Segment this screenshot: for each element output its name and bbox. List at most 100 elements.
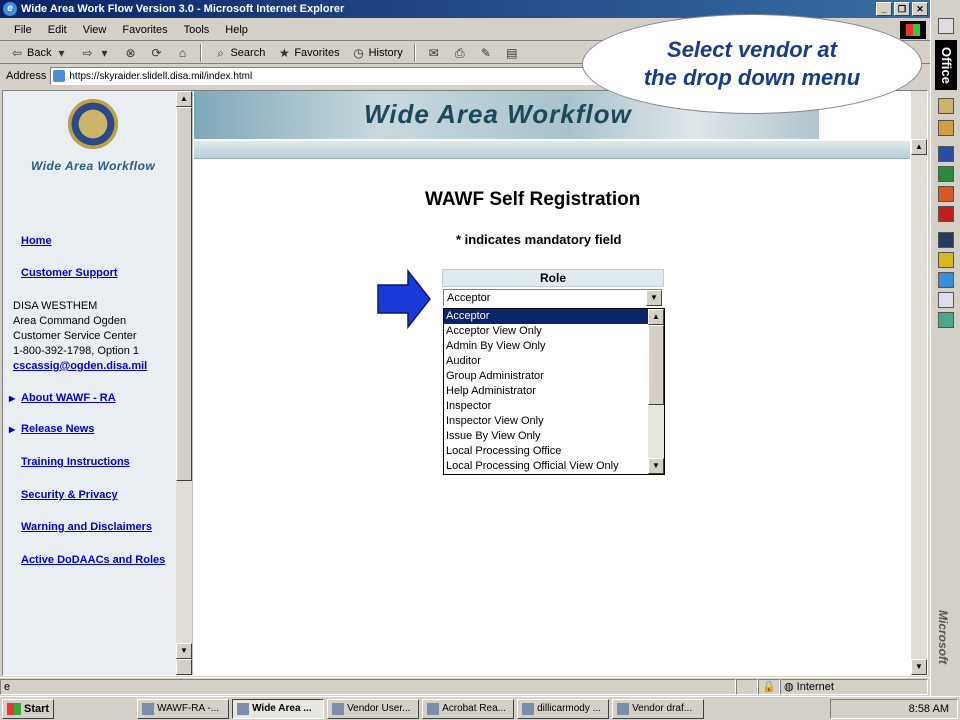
menu-view[interactable]: View <box>75 24 115 36</box>
start-button[interactable]: Start <box>2 698 55 719</box>
office-folder-icon[interactable] <box>938 18 954 34</box>
app-icon[interactable] <box>938 312 954 328</box>
role-option[interactable]: Acceptor <box>444 309 648 324</box>
banner-strip <box>194 141 910 159</box>
role-option[interactable]: Local Processing Official View Only <box>444 459 648 474</box>
menu-edit[interactable]: Edit <box>40 24 75 36</box>
menu-help[interactable]: Help <box>217 24 256 36</box>
stop-button[interactable]: ⊗ <box>119 46 141 60</box>
nav-training[interactable]: Training Instructions <box>21 456 130 468</box>
role-option[interactable]: Help Administrator <box>444 384 648 399</box>
discuss-button[interactable]: ▤ <box>501 46 523 60</box>
menu-favorites[interactable]: Favorites <box>114 24 175 36</box>
history-button[interactable]: ◷ History <box>348 46 407 60</box>
taskbar-item[interactable]: dillicarmody ... <box>517 698 610 719</box>
role-option[interactable]: Inspector View Only <box>444 414 648 429</box>
favorites-button[interactable]: ★ Favorites <box>273 46 343 60</box>
word-icon[interactable] <box>938 146 954 162</box>
dod-seal-icon <box>68 99 118 149</box>
contact-line-1: DISA WESTHEM <box>13 300 98 312</box>
app-icon[interactable] <box>938 292 954 308</box>
role-option[interactable]: Auditor <box>444 354 648 369</box>
zone-label: Internet <box>796 680 834 693</box>
mail-button[interactable]: ✉ <box>423 46 445 60</box>
history-label: History <box>368 46 403 59</box>
scroll-thumb[interactable] <box>648 325 664 405</box>
page-icon: e <box>4 680 11 693</box>
taskbar-item-label: Wide Area ... <box>252 703 312 714</box>
nav-security[interactable]: Security & Privacy <box>21 489 118 501</box>
scroll-down-button[interactable]: ▼ <box>648 458 664 474</box>
scroll-thumb[interactable] <box>176 107 192 481</box>
contact-line-4: 1-800-392-1798, Option 1 <box>13 345 139 357</box>
search-button[interactable]: ⌕ Search <box>209 46 269 60</box>
role-option[interactable]: Issue By View Only <box>444 429 648 444</box>
role-option[interactable]: Local Processing Office <box>444 444 648 459</box>
edit-button[interactable]: ✎ <box>475 46 497 60</box>
menu-tools[interactable]: Tools <box>176 24 218 36</box>
favorites-icon: ★ <box>278 45 290 60</box>
excel-icon[interactable] <box>938 166 954 182</box>
taskbar-item[interactable]: Vendor draf... <box>612 698 705 719</box>
page-icon <box>53 70 66 82</box>
contact-email-link[interactable]: cscassig@ogden.disa.mil <box>13 359 147 374</box>
home-button[interactable]: ⌂ <box>171 46 193 60</box>
app-icon[interactable] <box>938 120 954 136</box>
nav-warning[interactable]: Warning and Disclaimers <box>21 521 152 533</box>
scroll-up-button[interactable]: ▲ <box>176 91 192 107</box>
dropdown-icon[interactable]: ▾ <box>54 46 68 60</box>
pointer-arrow-icon <box>377 269 431 329</box>
dropdown-icon[interactable]: ▾ <box>97 46 111 60</box>
taskbar-item[interactable]: Acrobat Rea... <box>422 698 515 719</box>
taskbar-item[interactable]: Wide Area ... <box>232 698 325 719</box>
taskbar-item-label: Acrobat Rea... <box>442 703 506 714</box>
ie-icon <box>237 702 250 715</box>
minimize-button[interactable]: _ <box>876 2 892 16</box>
discuss-icon: ▤ <box>506 45 518 60</box>
scroll-down-button[interactable]: ▼ <box>911 659 927 675</box>
globe-icon: ◍ <box>784 680 797 693</box>
nav-customer-support[interactable]: Customer Support <box>21 267 118 279</box>
access-icon[interactable] <box>938 206 954 222</box>
role-select-value: Acceptor <box>447 292 491 304</box>
chevron-down-icon[interactable]: ▼ <box>646 290 662 306</box>
refresh-button[interactable]: ⟳ <box>145 46 167 60</box>
role-select[interactable]: Acceptor ▼ <box>443 289 663 307</box>
role-label: Role <box>442 269 664 287</box>
screen: e Wide Area Work Flow Version 3.0 - Micr… <box>0 0 960 720</box>
menu-file[interactable]: File <box>6 24 40 36</box>
taskbar-item-label: Vendor draf... <box>632 703 693 714</box>
toolbar-separator <box>413 43 416 62</box>
role-option[interactable]: Admin By View Only <box>444 339 648 354</box>
nav-home[interactable]: Home <box>21 235 52 247</box>
powerpoint-icon[interactable] <box>938 186 954 202</box>
scroll-up-button[interactable]: ▲ <box>911 139 927 155</box>
taskbar-item[interactable]: WAWF-RA -... <box>137 698 230 719</box>
main-scrollbar[interactable]: ▲ ▼ <box>911 91 927 675</box>
outlook-icon[interactable] <box>938 252 954 268</box>
nav-release-news[interactable]: Release News <box>9 423 94 435</box>
nav-about[interactable]: About WAWF - RA <box>9 392 116 404</box>
page-title: WAWF Self Registration <box>425 189 641 210</box>
role-option[interactable]: Inspector <box>444 399 648 414</box>
scroll-down-button[interactable]: ▼ <box>176 643 192 659</box>
role-option[interactable]: Group Administrator <box>444 369 648 384</box>
back-button[interactable]: ⇦ Back ▾ <box>6 46 72 60</box>
window-controls: _ ❐ ✕ <box>876 2 928 16</box>
history-icon: ◷ <box>353 45 364 60</box>
app-icon[interactable] <box>938 98 954 114</box>
taskbar-item[interactable]: Vendor User... <box>327 698 420 719</box>
print-button[interactable]: ⎙ <box>449 46 471 60</box>
nav-active-dodaacs[interactable]: Active DoDAACs and Roles <box>21 554 165 566</box>
clock: 8:58 AM <box>908 703 949 715</box>
maximize-button[interactable]: ❐ <box>894 2 910 16</box>
forward-button[interactable]: ⇨ ▾ <box>76 46 115 60</box>
left-scrollbar[interactable]: ▲ ▼ <box>176 91 192 675</box>
ie-icon[interactable] <box>938 272 954 288</box>
app-icon[interactable] <box>938 232 954 248</box>
role-option[interactable]: Acceptor View Only <box>444 324 648 339</box>
taskbar-item-label: dillicarmody ... <box>537 703 601 714</box>
dropdown-scrollbar[interactable]: ▲ ▼ <box>648 309 664 474</box>
scroll-up-button[interactable]: ▲ <box>648 309 664 325</box>
close-button[interactable]: ✕ <box>912 2 928 16</box>
